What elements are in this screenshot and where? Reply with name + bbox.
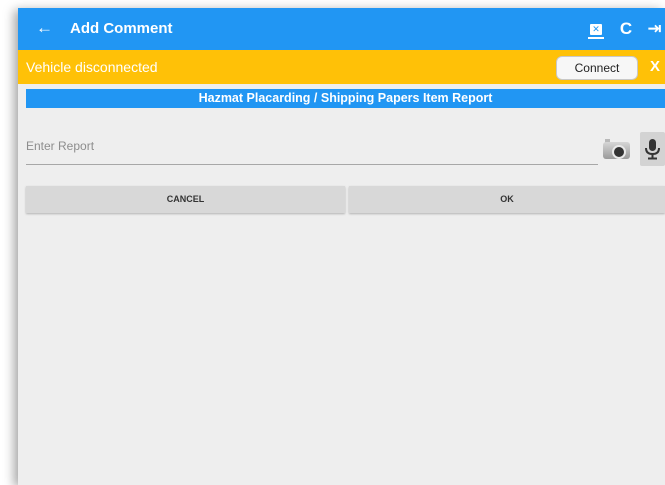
exit-icon[interactable]: ⇥ <box>644 17 665 41</box>
cancel-button[interactable]: CANCEL <box>26 186 345 213</box>
report-input[interactable] <box>26 128 598 165</box>
connection-banner: Vehicle disconnected Connect X <box>18 50 665 84</box>
app-bar: ← Add Comment ✕ C ⇥ <box>18 8 665 50</box>
device-icon[interactable]: ✕ <box>586 17 606 41</box>
arrow-left-icon[interactable]: ← <box>36 18 53 38</box>
report-input-container <box>26 128 598 180</box>
ok-button[interactable]: OK <box>349 186 665 213</box>
camera-lens-shape <box>612 145 626 159</box>
connection-status-text: Vehicle disconnected <box>26 59 158 75</box>
app-screen: ← Add Comment ✕ C ⇥ Vehicle disconnected… <box>18 8 665 485</box>
page-title: Add Comment <box>70 20 173 37</box>
camera-icon[interactable] <box>602 138 632 162</box>
device-icon-glyph: ✕ <box>588 24 604 39</box>
connect-button[interactable]: Connect <box>556 56 638 80</box>
close-banner-button[interactable]: X <box>650 58 660 76</box>
report-title: Hazmat Placarding / Shipping Papers Item… <box>26 89 665 108</box>
microphone-glyph <box>645 139 660 160</box>
microphone-icon[interactable] <box>640 132 665 166</box>
refresh-icon[interactable]: C <box>616 17 636 41</box>
